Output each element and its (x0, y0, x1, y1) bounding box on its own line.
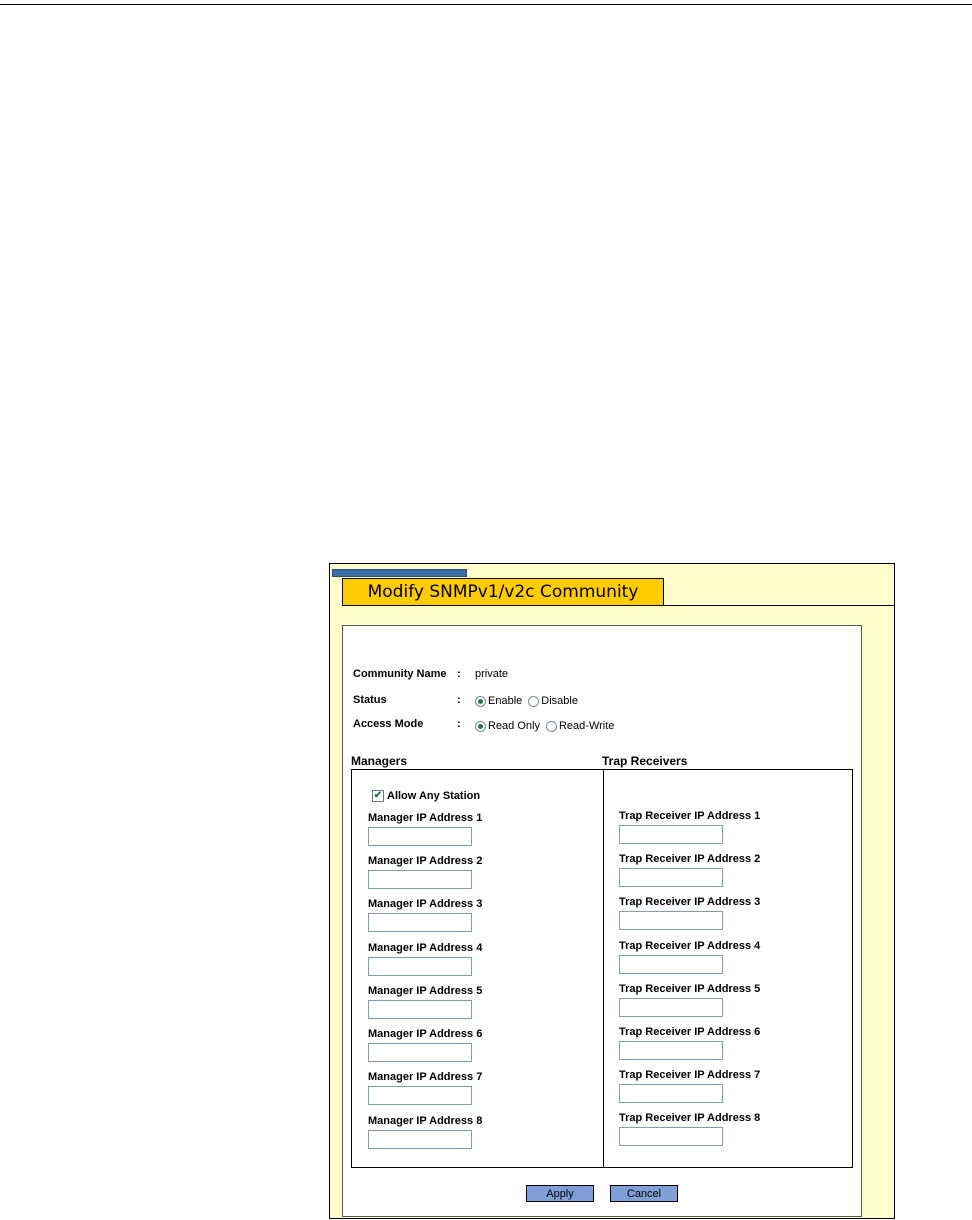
access-read-write-radio[interactable] (545, 720, 557, 732)
manager-ip-input[interactable] (368, 870, 472, 889)
access-read-write-label[interactable]: Read-Write (559, 720, 614, 732)
window-title: Modify SNMPv1/v2c Community (342, 578, 664, 606)
trap-receiver-ip-7: Trap Receiver IP Address 7 (619, 1069, 760, 1103)
trap-receiver-ip-input[interactable] (619, 911, 723, 930)
trap-receiver-ip-6: Trap Receiver IP Address 6 (619, 1026, 760, 1060)
trap-receiver-ip-input[interactable] (619, 1084, 723, 1103)
manager-ip-input[interactable] (368, 1130, 472, 1149)
manager-ip-input[interactable] (368, 913, 472, 932)
manager-ip-input[interactable] (368, 827, 472, 846)
trap-receiver-ip-1: Trap Receiver IP Address 1 (619, 810, 760, 844)
column-divider (603, 770, 604, 1167)
trap-receiver-ip-input[interactable] (619, 1041, 723, 1060)
modify-community-window: Modify SNMPv1/v2c Community Community Na… (329, 563, 895, 1219)
title-underline (664, 605, 894, 606)
trap-receiver-ip-label: Trap Receiver IP Address 6 (619, 1026, 761, 1038)
trap-receiver-ip-label: Trap Receiver IP Address 2 (619, 853, 761, 865)
manager-ip-label: Manager IP Address 3 (368, 898, 483, 910)
status-radio-group: Enable Disable (475, 695, 584, 707)
access-read-only-radio[interactable] (475, 720, 486, 732)
trap-receiver-ip-8: Trap Receiver IP Address 8 (619, 1112, 760, 1146)
trap-receivers-heading: Trap Receivers (602, 754, 688, 768)
trap-receiver-ip-label: Trap Receiver IP Address 8 (619, 1112, 761, 1124)
manager-ip-3: Manager IP Address 3 (368, 898, 482, 932)
manager-ip-input[interactable] (368, 1000, 472, 1019)
allow-any-station-row[interactable]: ✔ Allow Any Station (372, 790, 480, 802)
manager-ip-input[interactable] (368, 1086, 472, 1105)
trap-receiver-ip-label: Trap Receiver IP Address 3 (619, 896, 761, 908)
trap-receiver-ip-input[interactable] (619, 1127, 723, 1146)
access-read-only-label[interactable]: Read Only (488, 720, 540, 732)
manager-ip-label: Manager IP Address 7 (368, 1071, 483, 1083)
trap-receiver-ip-4: Trap Receiver IP Address 4 (619, 940, 760, 974)
managers-heading: Managers (351, 754, 408, 768)
colon: : (457, 694, 461, 706)
manager-ip-input[interactable] (368, 1043, 472, 1062)
access-mode-radio-group: Read Only Read-Write (475, 720, 620, 732)
colon: : (457, 718, 461, 730)
trap-receiver-ip-5: Trap Receiver IP Address 5 (619, 983, 760, 1017)
tab-accent-bar (332, 569, 467, 577)
manager-ip-label: Manager IP Address 4 (368, 942, 483, 954)
allow-any-station-label[interactable]: Allow Any Station (387, 790, 480, 802)
trap-receiver-ip-label: Trap Receiver IP Address 7 (619, 1069, 761, 1081)
trap-receiver-ip-label: Trap Receiver IP Address 4 (619, 940, 761, 952)
page-header-rule (0, 4, 972, 5)
trap-receiver-ip-input[interactable] (619, 825, 723, 844)
action-buttons: Apply Cancel (343, 1185, 861, 1202)
manager-ip-label: Manager IP Address 5 (368, 985, 483, 997)
trap-receiver-ip-2: Trap Receiver IP Address 2 (619, 853, 760, 887)
manager-ip-6: Manager IP Address 6 (368, 1028, 482, 1062)
colon: : (457, 668, 461, 680)
manager-ip-label: Manager IP Address 6 (368, 1028, 483, 1040)
trap-receiver-ip-label: Trap Receiver IP Address 1 (619, 810, 761, 822)
access-mode-label: Access Mode (353, 718, 424, 730)
address-lists-box: ✔ Allow Any Station Manager IP Address 1… (351, 769, 853, 1168)
manager-ip-label: Manager IP Address 8 (368, 1115, 483, 1127)
community-name-value: private (475, 668, 509, 680)
apply-button[interactable]: Apply (526, 1185, 594, 1202)
status-label: Status (353, 694, 387, 706)
manager-ip-1: Manager IP Address 1 (368, 812, 482, 846)
trap-receiver-ip-input[interactable] (619, 955, 723, 974)
manager-ip-5: Manager IP Address 5 (368, 985, 482, 1019)
cancel-button[interactable]: Cancel (610, 1185, 678, 1202)
community-name-label: Community Name (353, 668, 447, 680)
manager-ip-2: Manager IP Address 2 (368, 855, 482, 889)
manager-ip-8: Manager IP Address 8 (368, 1115, 482, 1149)
manager-ip-7: Manager IP Address 7 (368, 1071, 482, 1105)
manager-ip-input[interactable] (368, 957, 472, 976)
trap-receiver-ip-input[interactable] (619, 998, 723, 1017)
status-enable-label[interactable]: Enable (488, 695, 522, 707)
manager-ip-label: Manager IP Address 1 (368, 812, 483, 824)
allow-any-station-checkbox[interactable]: ✔ (372, 790, 384, 802)
status-disable-label[interactable]: Disable (541, 695, 578, 707)
manager-ip-4: Manager IP Address 4 (368, 942, 482, 976)
form-panel: Community Name : private Status : Enable… (342, 625, 862, 1217)
manager-ip-label: Manager IP Address 2 (368, 855, 483, 867)
trap-receiver-ip-input[interactable] (619, 868, 723, 887)
trap-receiver-ip-label: Trap Receiver IP Address 5 (619, 983, 761, 995)
status-disable-radio[interactable] (528, 695, 540, 707)
trap-receiver-ip-3: Trap Receiver IP Address 3 (619, 896, 760, 930)
status-enable-radio[interactable] (475, 695, 486, 707)
